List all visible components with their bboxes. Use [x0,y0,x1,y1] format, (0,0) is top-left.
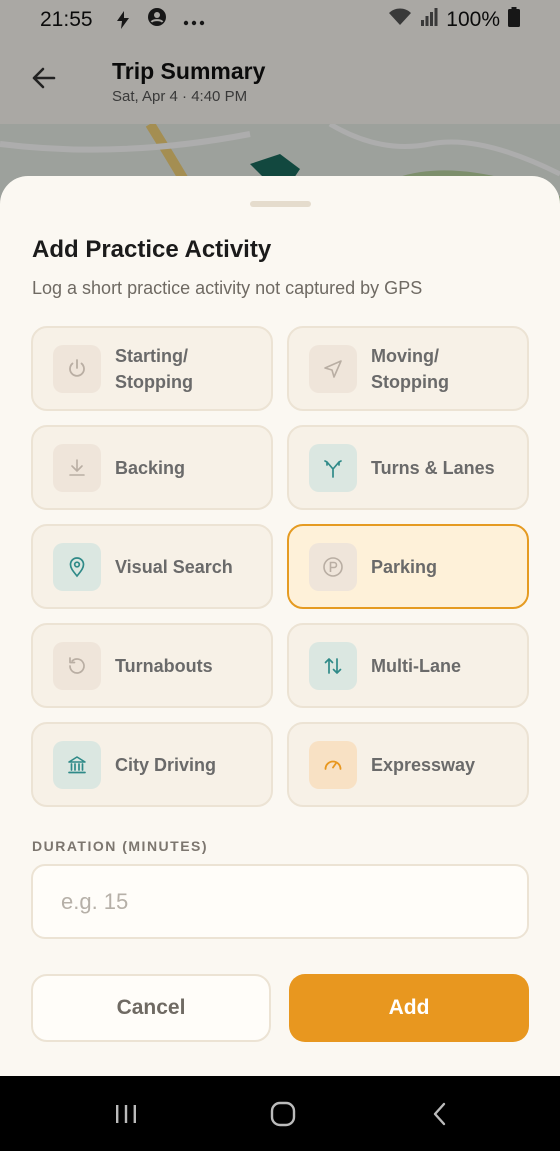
map-pin-icon [53,542,101,591]
activity-label: Parking [371,556,438,577]
home-icon[interactable] [263,1098,303,1130]
sheet-title: Add Practice Activity [32,236,272,263]
activity-tile-starting-stopping[interactable]: Starting/ Stopping [31,326,273,411]
power-icon [53,344,101,393]
add-button[interactable]: Add [289,974,529,1042]
drag-handle[interactable] [250,201,311,207]
rotate-ccw-icon [53,641,101,690]
activity-grid: Starting/ Stopping Moving/ Stopping Back… [31,326,529,807]
download-arrow-icon [53,443,101,492]
add-activity-sheet: Add Practice Activity Log a short practi… [0,176,560,1076]
split-arrows-icon [309,443,357,492]
landmark-icon [53,740,101,789]
activity-tile-turnabouts[interactable]: Turnabouts [31,623,273,708]
activity-tile-multi-lane[interactable]: Multi-Lane [287,623,529,708]
activity-tile-turns-lanes[interactable]: Turns & Lanes [287,425,529,510]
activity-label: Turnabouts [115,655,213,676]
parking-icon [309,542,357,591]
duration-label: DURATION (MINUTES) [32,838,209,854]
activity-tile-city-driving[interactable]: City Driving [31,722,273,807]
activity-tile-moving-stopping[interactable]: Moving/ Stopping [287,326,529,411]
duration-input[interactable] [31,864,529,939]
cancel-button[interactable]: Cancel [31,974,271,1042]
activity-label: Visual Search [115,556,233,577]
activity-label: Turns & Lanes [371,457,495,478]
navigation-arrow-icon [309,344,357,393]
activity-label: Backing [115,457,186,478]
activity-label: Multi-Lane [371,655,461,676]
gauge-icon [309,740,357,789]
activity-label: Starting/ Stopping [115,345,193,392]
activity-tile-parking[interactable]: Parking [287,524,529,609]
recents-icon[interactable] [106,1098,146,1130]
activity-label: City Driving [115,754,217,775]
sheet-subtitle: Log a short practice activity not captur… [32,278,423,298]
activity-tile-backing[interactable]: Backing [31,425,273,510]
system-nav-bar [0,1076,560,1151]
back-icon[interactable] [420,1098,460,1130]
activity-label: Moving/ Stopping [371,345,449,392]
activity-tile-visual-search[interactable]: Visual Search [31,524,273,609]
activity-tile-expressway[interactable]: Expressway [287,722,529,807]
activity-label: Expressway [371,754,476,775]
up-down-arrows-icon [309,641,357,690]
